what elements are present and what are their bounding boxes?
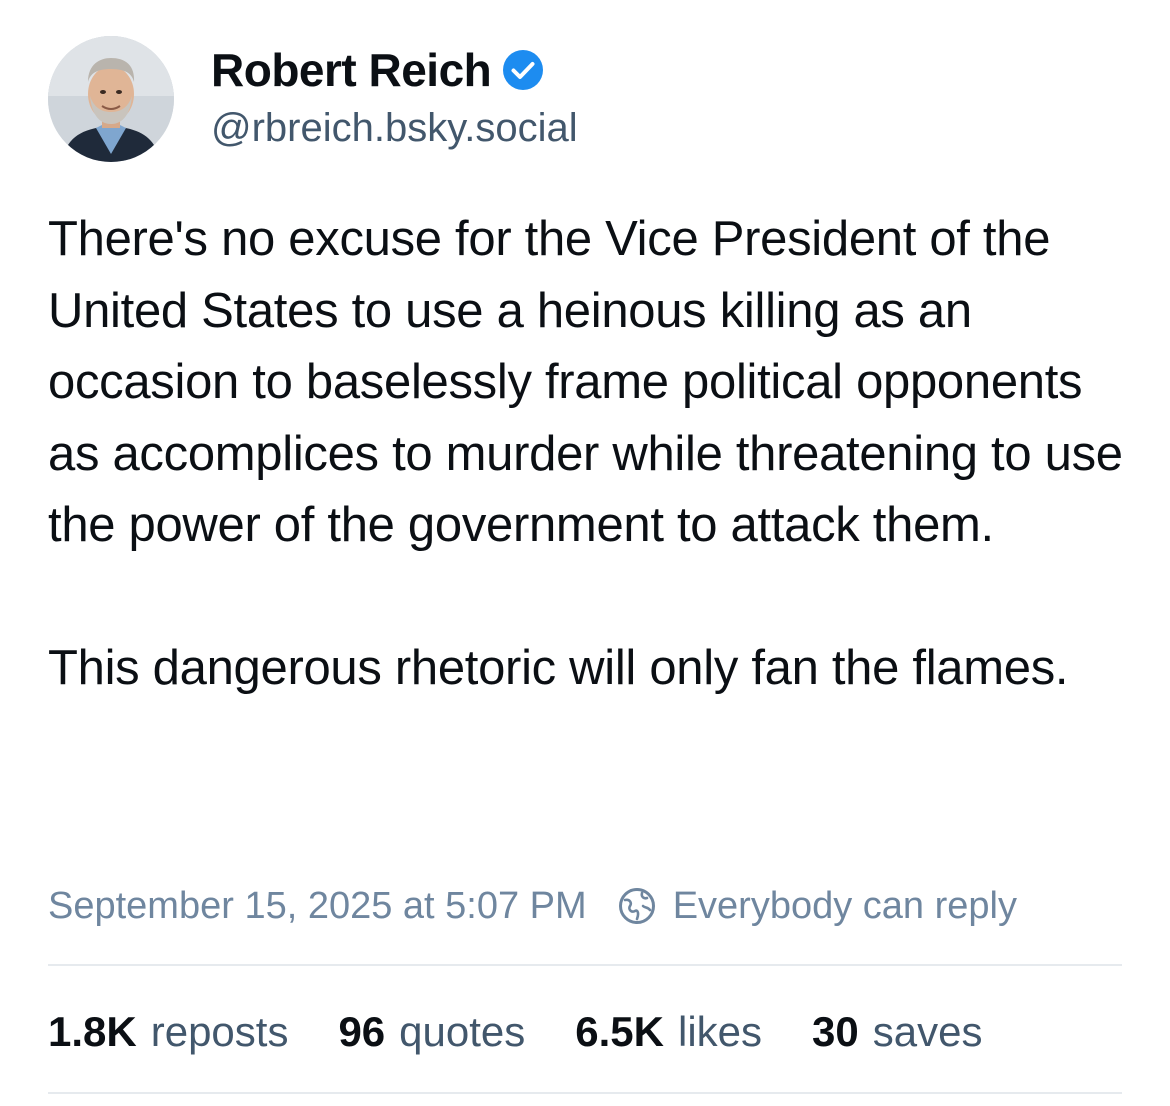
author-name[interactable]: Robert Reich bbox=[211, 43, 492, 97]
saves-stat[interactable]: 30 saves bbox=[812, 1008, 982, 1056]
post-paragraph: This dangerous rhetoric will only fan th… bbox=[48, 641, 1069, 695]
saves-count: 30 bbox=[812, 1008, 859, 1055]
likes-label: likes bbox=[678, 1008, 763, 1055]
quotes-count: 96 bbox=[338, 1008, 386, 1055]
post-thread-view: Robert Reich @rbreich.bsky.social There'… bbox=[0, 0, 1170, 1106]
reply-setting-label: Everybody can reply bbox=[672, 884, 1017, 927]
likes-count: 6.5K bbox=[575, 1008, 664, 1055]
avatar[interactable] bbox=[48, 36, 174, 162]
quotes-label: quotes bbox=[399, 1008, 526, 1055]
divider bbox=[48, 964, 1122, 966]
quotes-stat[interactable]: 96 quotes bbox=[338, 1008, 525, 1056]
post-meta: September 15, 2025 at 5:07 PM Everybody … bbox=[48, 880, 1017, 932]
reposts-stat[interactable]: 1.8K reposts bbox=[48, 1008, 288, 1056]
post-text: There's no excuse for the Vice President… bbox=[48, 204, 1138, 705]
post-timestamp[interactable]: September 15, 2025 at 5:07 PM bbox=[48, 885, 587, 928]
saves-label: saves bbox=[872, 1008, 983, 1055]
divider bbox=[48, 1092, 1122, 1094]
globe-icon bbox=[617, 886, 657, 926]
likes-stat[interactable]: 6.5K likes bbox=[575, 1008, 762, 1056]
avatar-photo bbox=[48, 36, 174, 162]
engagement-stats: 1.8K reposts 96 quotes 6.5K likes 30 sav… bbox=[48, 1004, 1032, 1060]
post-paragraph: There's no excuse for the Vice President… bbox=[48, 212, 1123, 552]
reply-setting[interactable]: Everybody can reply bbox=[617, 885, 1017, 928]
verified-badge-icon bbox=[501, 48, 545, 92]
reposts-count: 1.8K bbox=[48, 1008, 137, 1055]
author-row: Robert Reich bbox=[211, 40, 545, 100]
reposts-label: reposts bbox=[150, 1008, 289, 1055]
author-handle[interactable]: @rbreich.bsky.social bbox=[211, 106, 578, 151]
